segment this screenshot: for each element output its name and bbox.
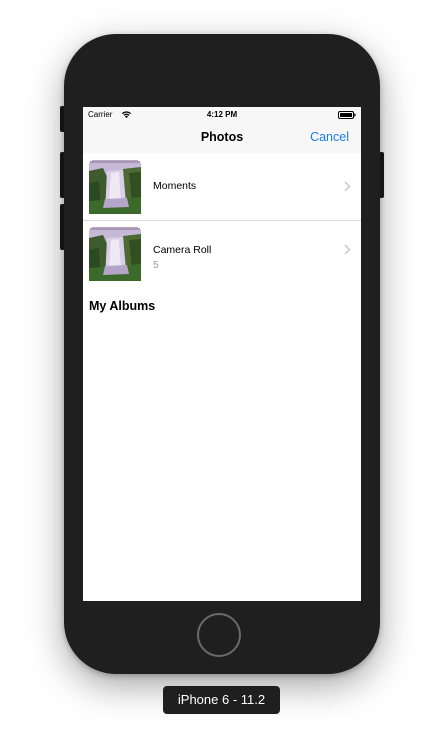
waterfall-photo-thumbnail [89,159,141,214]
navigation-bar: Photos Cancel [83,123,361,153]
battery-icon [338,111,356,119]
album-title: Camera Roll [153,244,212,256]
phone-screen: Carrier 4:12 PM Photos Cancel Moments Ca… [83,107,361,601]
section-title-my-albums: My Albums [89,299,156,313]
album-count: 5 [153,260,159,271]
album-title: Moments [153,180,197,192]
simulator-stage: Carrier 4:12 PM Photos Cancel Moments Ca… [0,0,444,756]
album-row-camera-roll[interactable]: Camera Roll 5 [83,221,361,285]
device-label: iPhone 6 - 11.2 [163,686,280,714]
cancel-button[interactable]: Cancel [310,130,349,144]
home-button[interactable] [197,613,241,657]
chevron-right-icon [344,181,351,192]
waterfall-photo-thumbnail [89,226,141,281]
album-row-moments[interactable]: Moments [83,154,361,218]
status-time: 4:12 PM [206,110,238,119]
chevron-right-icon [344,244,351,255]
status-bar: Carrier 4:12 PM [83,107,361,123]
